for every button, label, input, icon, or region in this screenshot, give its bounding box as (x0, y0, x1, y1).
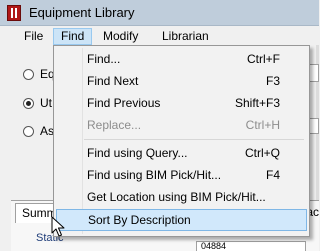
menu-item-label: Find Previous (87, 96, 161, 110)
menu-item-shortcut: Shift+F3 (234, 96, 280, 110)
menu-item-sort-by-description[interactable]: Sort By Description (56, 209, 307, 231)
mouse-cursor-icon (51, 216, 65, 237)
menu-librarian[interactable]: Librarian (155, 28, 216, 45)
menu-item-shortcut: Ctrl+H (245, 118, 280, 132)
menu-item-shortcut: Ctrl+Q (244, 146, 280, 160)
menu-item-find-using-bim[interactable]: Find using BIM Pick/Hit... F4 (56, 164, 307, 186)
menu-find[interactable]: Find (53, 28, 93, 45)
radio-option-2-label: Ut (40, 96, 52, 110)
find-menu-dropdown: Find... Ctrl+F Find Next F3 Find Previou… (53, 45, 310, 237)
menu-item-find-next[interactable]: Find Next F3 (56, 70, 307, 92)
radio-option-1[interactable] (23, 69, 34, 80)
menu-file[interactable]: File (17, 28, 50, 45)
menu-item-shortcut: F3 (265, 74, 280, 88)
menu-item-label: Find... (87, 52, 121, 66)
menu-bar: File Find Modify Librarian (0, 26, 319, 45)
menu-item-get-location-bim[interactable]: Get Location using BIM Pick/Hit... (56, 186, 307, 208)
menu-item-shortcut: Ctrl+F (247, 52, 280, 66)
menu-item-label: Find Next (87, 74, 139, 88)
menu-separator (84, 139, 304, 140)
app-logo-icon (7, 5, 21, 21)
radio-option-3-label: As (40, 124, 55, 138)
menu-item-label: Find using BIM Pick/Hit... (87, 168, 222, 182)
window-title: Equipment Library (29, 5, 135, 20)
menu-item-shortcut: F4 (265, 168, 280, 182)
title-bar: Equipment Library (0, 0, 319, 26)
menu-item-label: Get Location using BIM Pick/Hit... (87, 190, 266, 204)
menu-modify[interactable]: Modify (96, 28, 145, 45)
menu-item-find-using-query[interactable]: Find using Query... Ctrl+Q (56, 142, 307, 164)
menu-item-find-previous[interactable]: Find Previous Shift+F3 (56, 92, 307, 114)
radio-option-3[interactable] (23, 126, 34, 137)
menu-item-replace: Replace... Ctrl+H (56, 114, 307, 136)
menu-item-label: Replace... (87, 118, 142, 132)
radio-option-2[interactable] (23, 98, 34, 109)
menu-item-label: Find using Query... (87, 146, 188, 160)
menu-item-find[interactable]: Find... Ctrl+F (56, 48, 307, 70)
menu-item-label: Sort By Description (88, 213, 191, 227)
